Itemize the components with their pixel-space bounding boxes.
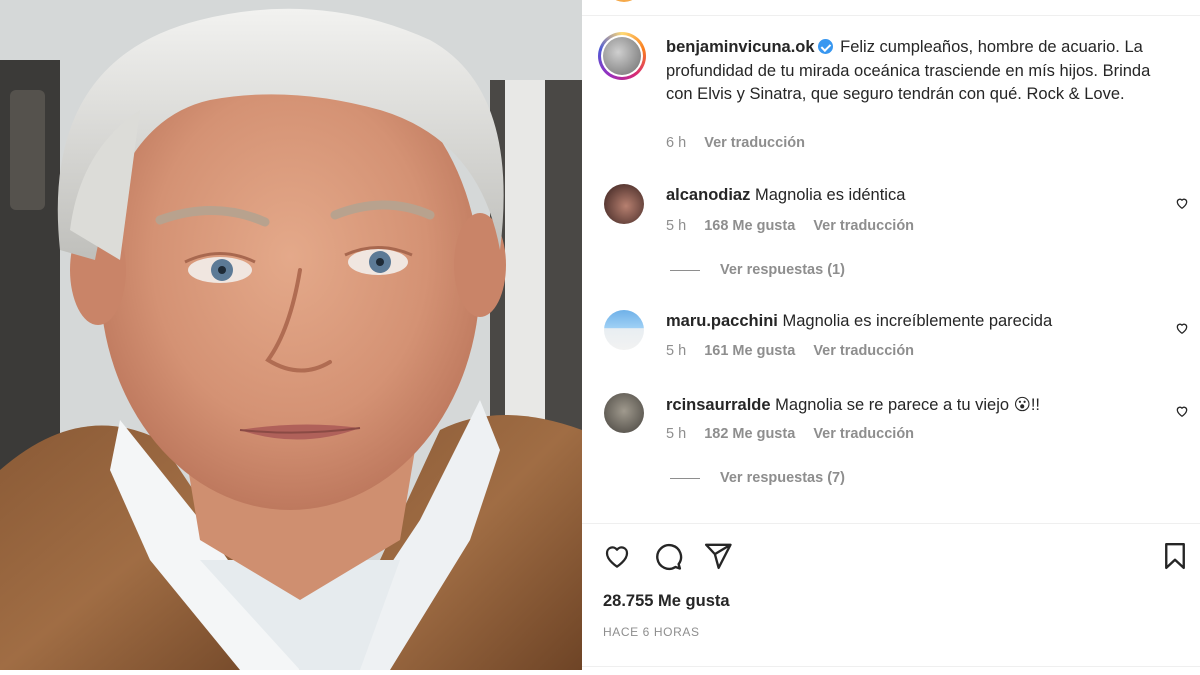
- view-replies-link[interactable]: Ver respuestas (1): [670, 262, 845, 278]
- view-replies-link[interactable]: Ver respuestas (7): [670, 470, 845, 486]
- comment-username[interactable]: rcinsaurralde: [666, 396, 771, 414]
- comment-like-heart-icon[interactable]: [1175, 321, 1189, 335]
- comment-username[interactable]: alcanodiaz: [666, 186, 750, 204]
- caption-translate-link[interactable]: Ver traducción: [704, 135, 805, 151]
- post-header-edge: [582, 0, 1200, 16]
- comment-text: Magnolia es increíblemente parecida: [782, 312, 1053, 330]
- comment-avatar[interactable]: [604, 184, 644, 224]
- portrait-image: [0, 0, 582, 670]
- comment-translate-link[interactable]: Ver traducción: [813, 426, 914, 442]
- verified-badge-icon: [817, 39, 833, 54]
- comment-avatar[interactable]: [604, 310, 644, 350]
- heart-icon[interactable]: [602, 541, 632, 571]
- comment-likes-link[interactable]: 182 Me gusta: [704, 426, 795, 442]
- comment-likes-link[interactable]: 161 Me gusta: [704, 343, 795, 359]
- astonished-face-emoji: 😮: [1013, 396, 1031, 414]
- comment-text: Magnolia es idéntica: [754, 186, 906, 204]
- bottom-divider: [582, 666, 1200, 667]
- comment-1-meta: 5 h 168 Me gusta Ver traducción: [666, 218, 928, 234]
- post-photo[interactable]: [0, 0, 582, 670]
- post-detail-panel: benjaminvicuna.ok Feliz cumpleaños, homb…: [582, 0, 1200, 670]
- replies-line: [670, 269, 700, 271]
- author-username[interactable]: benjaminvicuna.ok: [666, 38, 815, 56]
- comment-username[interactable]: maru.pacchini: [666, 312, 778, 330]
- comment-like-heart-icon[interactable]: [1175, 404, 1189, 418]
- comment-2-meta: 5 h 161 Me gusta Ver traducción: [666, 343, 928, 359]
- send-icon[interactable]: [703, 541, 733, 571]
- comment-likes-link[interactable]: 168 Me gusta: [704, 218, 795, 234]
- comment-3: rcinsaurralde Magnolia se re parece a tu…: [666, 395, 1040, 415]
- header-avatar-ring[interactable]: [606, 0, 642, 2]
- comment-text: Magnolia se re parece a tu viejo: [775, 396, 1010, 414]
- comment-1: alcanodiaz Magnolia es idéntica: [666, 186, 905, 205]
- comment-2: maru.pacchini Magnolia es increíblemente…: [666, 312, 1052, 331]
- comment-translate-link[interactable]: Ver traducción: [813, 343, 914, 359]
- comment-icon[interactable]: [653, 541, 683, 571]
- view-replies-label: Ver respuestas (7): [720, 470, 845, 486]
- post-likes-count[interactable]: 28.755 Me gusta: [603, 592, 730, 611]
- comment-time: 5 h: [666, 343, 687, 359]
- comment-avatar[interactable]: [604, 393, 644, 433]
- caption-time: 6 h: [666, 135, 687, 151]
- bookmark-icon[interactable]: [1160, 541, 1190, 571]
- comment-translate-link[interactable]: Ver traducción: [813, 218, 914, 234]
- actions-divider: [582, 523, 1200, 524]
- comment-time: 5 h: [666, 426, 687, 442]
- comment-text-suffix: !!: [1030, 396, 1041, 414]
- post-caption: benjaminvicuna.ok Feliz cumpleaños, homb…: [666, 36, 1176, 107]
- comment-like-heart-icon[interactable]: [1175, 196, 1189, 210]
- comment-3-meta: 5 h 182 Me gusta Ver traducción: [666, 426, 928, 442]
- replies-line: [670, 477, 700, 479]
- post-timestamp: HACE 6 HORAS: [603, 625, 700, 639]
- view-replies-label: Ver respuestas (1): [720, 262, 845, 278]
- comment-time: 5 h: [666, 218, 687, 234]
- caption-meta: 6 h Ver traducción: [666, 135, 819, 151]
- author-avatar[interactable]: [598, 32, 646, 80]
- bottom-edge: [0, 670, 1200, 675]
